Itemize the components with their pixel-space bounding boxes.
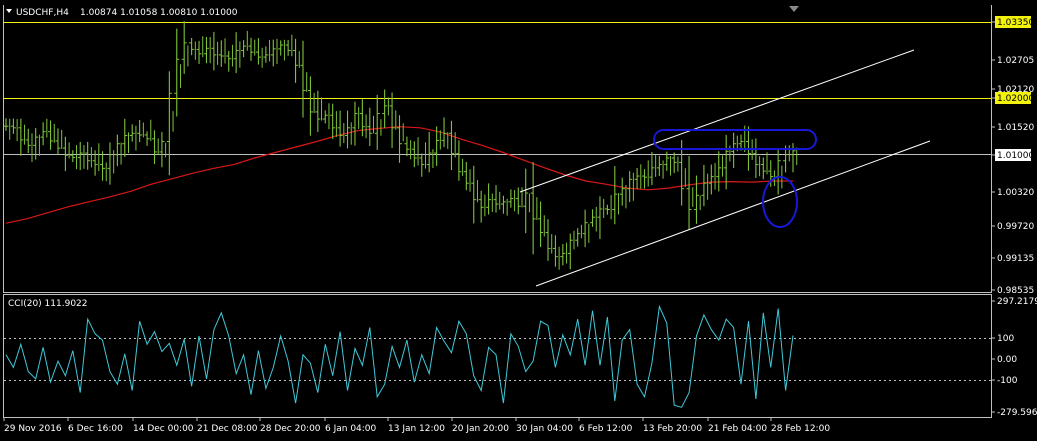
ohlc-readout: 1.00874 1.01058 1.00810 1.01000 [80, 8, 238, 18]
symbol-label: USDCHF,H4 [16, 8, 69, 18]
price-tick-label: 1.01520 [997, 123, 1034, 133]
time-tick-label: 28 Dec 20:00 [260, 424, 321, 434]
cci-tick-label: -279.5963 [997, 408, 1037, 418]
time-tick-label: 21 Dec 08:00 [197, 424, 258, 434]
time-tick-label: 13 Jan 12:00 [388, 424, 445, 434]
cci-tick-label: 100 [997, 334, 1014, 344]
time-tick-label: 13 Feb 20:00 [643, 424, 702, 434]
time-tick-label: 29 Nov 2016 [4, 424, 62, 434]
cci-tick-label: -100 [997, 376, 1018, 386]
time-tick-label: 6 Feb 12:00 [579, 424, 633, 434]
time-tick-label: 30 Jan 04:00 [516, 424, 573, 434]
time-tick-label: 6 Dec 16:00 [68, 424, 123, 434]
price-tick-label: 1.02000 [997, 94, 1034, 104]
price-tick-label: 0.99135 [997, 254, 1034, 264]
cci-label: CCI(20) 111.9022 [8, 299, 88, 309]
time-tick-label: 14 Dec 00:00 [133, 424, 194, 434]
price-tick-label: 1.02705 [997, 56, 1034, 66]
price-axis: 1.033501.027051.021201.020001.015201.010… [991, 16, 1034, 296]
cci-tick-label: 0.00 [997, 355, 1017, 365]
cci-tick-label: 297.2179 [997, 297, 1037, 307]
price-tick-label: 0.99720 [997, 222, 1034, 232]
time-tick-label: 20 Jan 20:00 [452, 424, 509, 434]
time-tick-label: 6 Jan 04:00 [325, 424, 377, 434]
price-tick-label: 1.01000 [997, 151, 1034, 161]
price-tick-label: 1.03350 [997, 18, 1034, 28]
time-tick-label: 28 Feb 12:00 [771, 424, 830, 434]
price-tick-label: 0.98535 [997, 286, 1034, 296]
price-tick-label: 1.00320 [997, 188, 1034, 198]
time-tick-label: 21 Feb 04:00 [708, 424, 767, 434]
chart-background [0, 0, 1037, 441]
trading-chart[interactable]: USDCHF,H4 1.00874 1.01058 1.00810 1.0100… [0, 0, 1037, 441]
